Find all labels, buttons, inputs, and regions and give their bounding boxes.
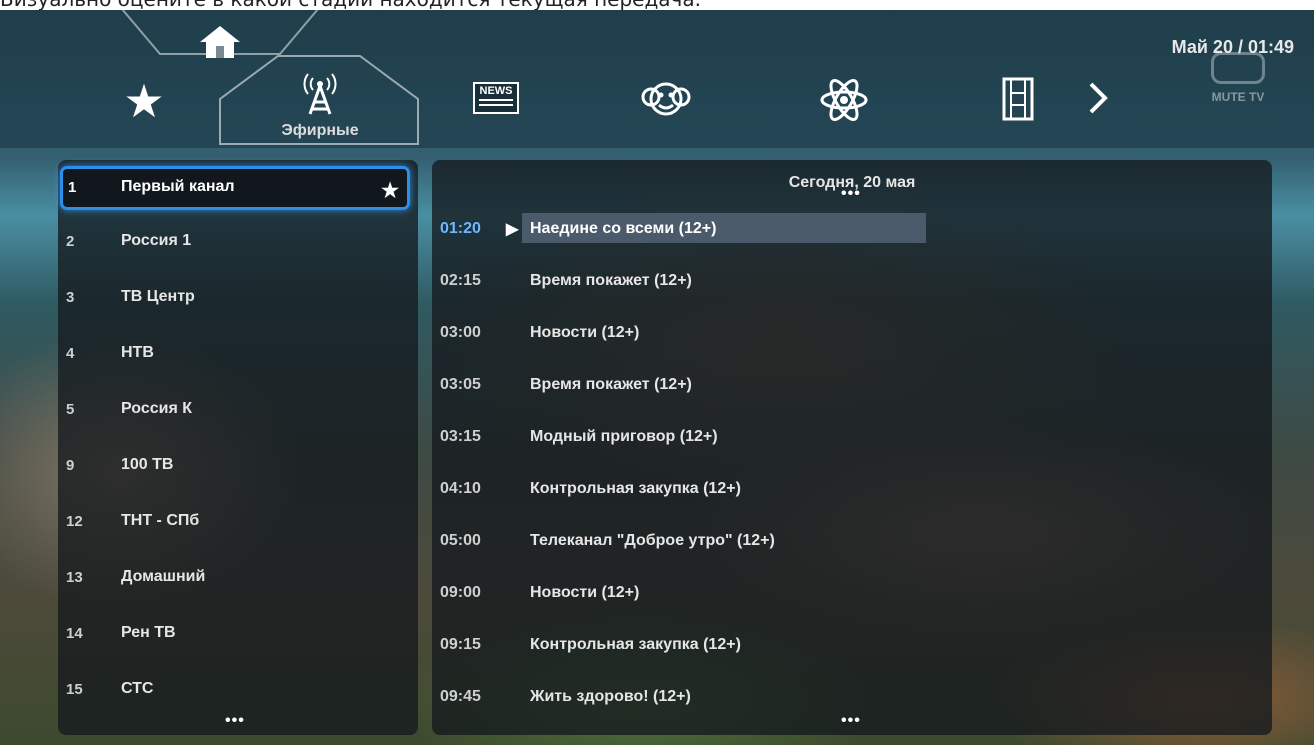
program-time: 04:10 <box>440 480 481 497</box>
logo-text: MUTE TV <box>1211 90 1265 104</box>
channel-number: 15 <box>66 681 83 698</box>
channel-number: 2 <box>66 233 75 250</box>
program-title: Телеканал "Доброе утро" (12+) <box>530 532 775 549</box>
channel-name: Рен ТВ <box>121 624 176 641</box>
program-time: 01:20 <box>440 220 481 237</box>
program-title: Новости (12+) <box>530 584 640 601</box>
program-row[interactable]: 03:05 Время покажет (12+) <box>432 369 1272 399</box>
next-chevron-icon[interactable] <box>1084 76 1112 120</box>
program-guide-panel: Сегодня, 20 мая ••• 01:20 ▶ Наедине со в… <box>432 160 1272 735</box>
program-row[interactable]: 03:00 Новости (12+) <box>432 317 1272 347</box>
more-channels-indicator[interactable]: ••• <box>225 712 245 730</box>
channel-number: 1 <box>68 179 77 196</box>
program-time: 03:05 <box>440 376 481 393</box>
channel-number: 4 <box>66 345 75 362</box>
program-row[interactable]: 05:00 Телеканал "Доброе утро" (12+) <box>432 525 1272 555</box>
active-category-label: Эфирные <box>281 122 359 139</box>
channel-number: 9 <box>66 457 75 474</box>
program-time: 05:00 <box>440 532 481 549</box>
program-time: 03:15 <box>440 428 481 445</box>
channel-item[interactable]: 15 СТС <box>58 670 418 710</box>
channel-item[interactable]: 4 НТВ <box>58 334 418 374</box>
channel-number: 13 <box>66 569 83 586</box>
antenna-icon[interactable] <box>292 64 348 116</box>
channel-number: 3 <box>66 289 75 306</box>
channel-number: 14 <box>66 625 83 642</box>
program-title: Время покажет (12+) <box>530 376 692 393</box>
science-atom-icon[interactable] <box>818 76 870 124</box>
program-title: Новости (12+) <box>530 324 640 341</box>
channel-item[interactable]: 5 Россия К <box>58 390 418 430</box>
channel-number: 12 <box>66 513 83 530</box>
channel-name: Первый канал <box>121 178 235 195</box>
channel-item[interactable]: 14 Рен ТВ <box>58 614 418 654</box>
program-row-current[interactable]: 01:20 ▶ Наедине со всеми (12+) <box>432 213 1272 243</box>
program-time: 09:00 <box>440 584 481 601</box>
program-time: 09:15 <box>440 636 481 653</box>
task-caption: Визуально оцените в какой стадии находит… <box>0 0 1314 10</box>
channel-number: 5 <box>66 401 75 418</box>
channel-name: 100 ТВ <box>121 456 174 473</box>
program-time: 03:00 <box>440 324 481 341</box>
program-title: Контрольная закупка (12+) <box>530 636 741 653</box>
channel-name: ТВ Центр <box>121 288 195 305</box>
program-title: Жить здорово! (12+) <box>530 688 691 705</box>
play-arrow-icon: ▶ <box>506 221 519 238</box>
program-title: Контрольная закупка (12+) <box>530 480 741 497</box>
more-programs-down-indicator[interactable]: ••• <box>841 712 861 730</box>
film-icon[interactable] <box>998 76 1038 122</box>
channel-name: Россия 1 <box>121 232 192 249</box>
channel-item[interactable]: 13 Домашний <box>58 558 418 598</box>
logo-mark <box>1211 52 1265 84</box>
channel-item[interactable]: 2 Россия 1 <box>58 222 418 262</box>
channel-item[interactable]: 3 ТВ Центр <box>58 278 418 318</box>
program-row[interactable]: 09:45 Жить здорово! (12+) <box>432 681 1272 711</box>
kids-monkey-icon[interactable] <box>640 76 692 122</box>
program-row[interactable]: 09:00 Новости (12+) <box>432 577 1272 607</box>
program-title: Время покажет (12+) <box>530 272 692 289</box>
program-row[interactable]: 02:15 Время покажет (12+) <box>432 265 1272 295</box>
program-title: Модный приговор (12+) <box>530 428 718 445</box>
program-title: Наедине со всеми (12+) <box>530 220 717 237</box>
channel-list-panel: 1 Первый канал ★ 2 Россия 1 3 ТВ Центр 4 НТ… <box>58 160 418 735</box>
channel-name: ТНТ - СПб <box>121 512 200 529</box>
program-time: 02:15 <box>440 272 481 289</box>
channel-name: НТВ <box>121 344 154 361</box>
more-programs-up-indicator[interactable]: ••• <box>841 185 861 203</box>
channel-name: Домашний <box>121 568 206 585</box>
program-time: 09:45 <box>440 688 481 705</box>
channel-logo: MUTE TV <box>1206 52 1270 118</box>
program-row[interactable]: 04:10 Контрольная закупка (12+) <box>432 473 1272 503</box>
channel-name: СТС <box>121 680 154 697</box>
channel-item[interactable]: 9 100 ТВ <box>58 446 418 486</box>
channel-item-selected[interactable]: 1 Первый канал ★ <box>60 166 410 210</box>
news-icon[interactable]: NEWS <box>472 80 520 116</box>
channel-name: Россия К <box>121 400 193 417</box>
news-icon-text: NEWS <box>479 85 513 97</box>
category-bar: ★ Эфирные NEWS Май 20 / 01:49 MUTE TV <box>0 10 1314 148</box>
tv-screen: ★ Эфирные NEWS Май 20 / 01:49 MUTE TV 1 … <box>0 10 1314 745</box>
program-row[interactable]: 09:15 Контрольная закупка (12+) <box>432 629 1272 659</box>
favorite-star-icon[interactable]: ★ <box>381 178 399 203</box>
favorites-star-icon[interactable]: ★ <box>118 75 170 127</box>
program-row[interactable]: 03:15 Модный приговор (12+) <box>432 421 1272 451</box>
channel-item[interactable]: 12 ТНТ - СПб <box>58 502 418 542</box>
